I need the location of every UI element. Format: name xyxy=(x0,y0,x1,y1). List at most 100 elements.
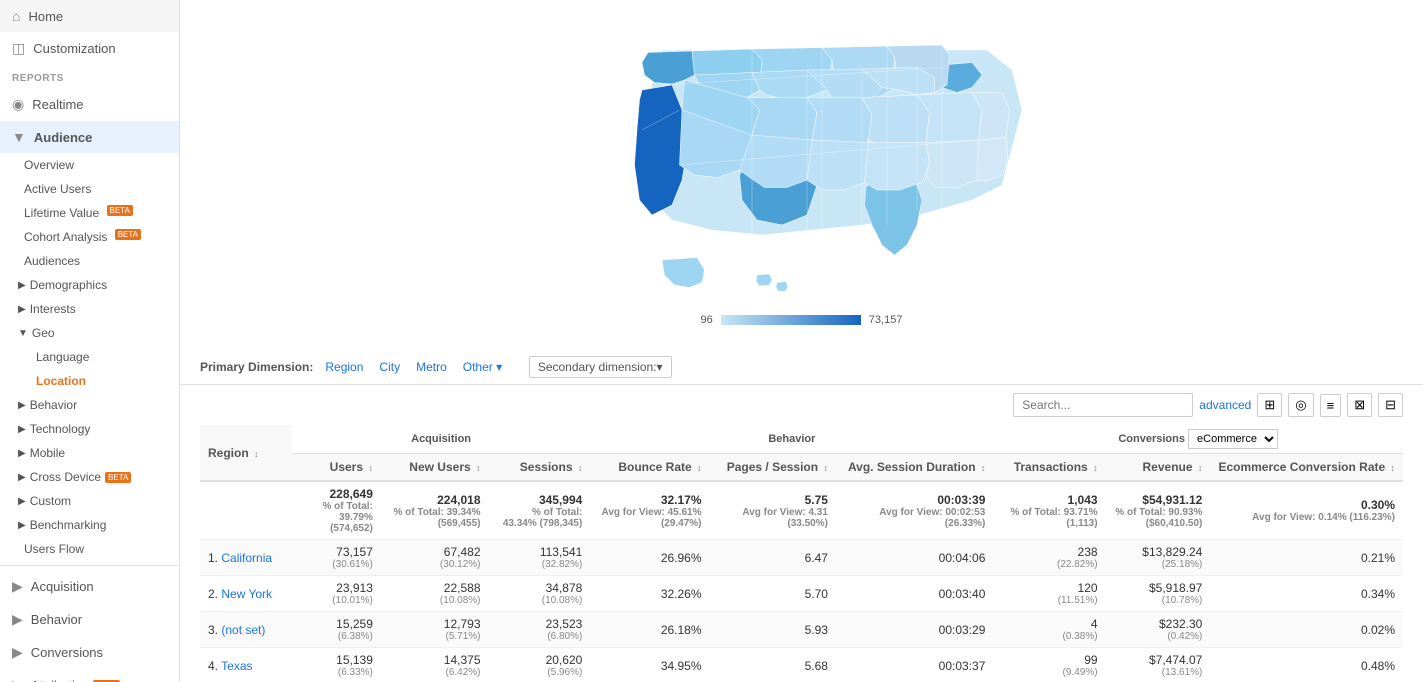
total-users: 228,649 % of Total: 39.79% (574,652) xyxy=(292,481,381,540)
sidebar-item-acquisition[interactable]: ▶ Acquisition xyxy=(0,570,179,603)
sidebar-item-cohort-analysis[interactable]: Cohort Analysis BETA xyxy=(0,225,179,249)
technology-arrow: ▶ xyxy=(18,424,26,435)
table-view-btn[interactable]: ⊞ xyxy=(1257,393,1282,417)
sidebar-item-conversions[interactable]: ▶ Conversions xyxy=(0,636,179,669)
row-pages-session-0: 6.47 xyxy=(710,540,836,576)
row-transactions-3: 99 (9.49%) xyxy=(993,648,1105,682)
row-transactions-1: 120 (11.51%) xyxy=(993,576,1105,612)
row-new-users-1: 22,588 (10.08%) xyxy=(381,576,489,612)
attribution-icon: ▶ xyxy=(12,677,23,682)
row-avg-duration-1: 00:03:40 xyxy=(836,576,993,612)
col-avg-duration[interactable]: Avg. Session Duration ↕ xyxy=(836,454,993,482)
col-pages-session[interactable]: Pages / Session ↕ xyxy=(710,454,836,482)
col-region[interactable]: Region ↕ xyxy=(200,425,292,481)
row-sessions-1: 34,878 (10.08%) xyxy=(489,576,591,612)
total-revenue: $54,931.12 % of Total: 90.93% ($60,410.5… xyxy=(1106,481,1211,540)
search-input[interactable] xyxy=(1013,393,1193,417)
region-link-2[interactable]: (not set) xyxy=(221,623,265,637)
compare-view-btn[interactable]: ⊟ xyxy=(1378,393,1403,417)
row-pages-session-3: 5.68 xyxy=(710,648,836,682)
row-region-2: 3. (not set) xyxy=(200,612,292,648)
usa-map[interactable] xyxy=(452,10,1152,310)
scale-min: 96 xyxy=(701,314,713,326)
row-pages-session-2: 5.93 xyxy=(710,612,836,648)
row-sessions-3: 20,620 (5.96%) xyxy=(489,648,591,682)
advanced-link[interactable]: advanced xyxy=(1199,398,1251,412)
map-container: 96 73,157 xyxy=(200,10,1403,340)
pivot-view-btn[interactable]: ⊠ xyxy=(1347,393,1372,417)
geo-arrow: ▼ xyxy=(18,328,28,339)
row-transactions-0: 238 (22.82%) xyxy=(993,540,1105,576)
row-new-users-0: 67,482 (30.12%) xyxy=(381,540,489,576)
region-link-0[interactable]: California xyxy=(221,551,272,565)
dim-other-btn[interactable]: Other ▾ xyxy=(459,360,506,374)
row-avg-duration-3: 00:03:37 xyxy=(836,648,993,682)
row-bounce-rate-1: 32.26% xyxy=(590,576,709,612)
scale-bar xyxy=(721,315,861,325)
sidebar-item-home[interactable]: ⌂ Home xyxy=(0,0,179,32)
row-revenue-0: $13,829.24 (25.18%) xyxy=(1106,540,1211,576)
row-sessions-2: 23,523 (6.80%) xyxy=(489,612,591,648)
sidebar-item-geo[interactable]: ▼ Geo xyxy=(0,321,179,345)
sidebar-item-active-users[interactable]: Active Users xyxy=(0,177,179,201)
col-new-users[interactable]: New Users ↕ xyxy=(381,454,489,482)
bar-view-btn[interactable]: ≡ xyxy=(1320,394,1342,417)
row-users-2: 15,259 (6.38%) xyxy=(292,612,381,648)
sidebar-item-location[interactable]: Location xyxy=(0,369,179,393)
conversions-header: Conversions eCommerce xyxy=(993,425,1403,454)
sidebar-item-realtime[interactable]: ◉ Realtime xyxy=(0,88,179,121)
sidebar-item-technology[interactable]: ▶ Technology xyxy=(0,417,179,441)
reports-section-label: REPORTS xyxy=(0,65,179,88)
row-rank-0: 1. xyxy=(208,551,218,565)
pie-view-btn[interactable]: ◎ xyxy=(1288,393,1313,417)
sidebar-item-attribution[interactable]: ▶ Attribution BETA xyxy=(0,669,179,682)
sidebar-item-cross-device[interactable]: ▶ Cross Device BETA xyxy=(0,465,179,489)
col-conversion-rate[interactable]: Ecommerce Conversion Rate ↕ xyxy=(1210,454,1403,482)
table-row: 2. New York 23,913 (10.01%) 22,588 (10.0… xyxy=(200,576,1403,612)
row-new-users-2: 12,793 (5.71%) xyxy=(381,612,489,648)
sidebar-item-audiences[interactable]: Audiences xyxy=(0,249,179,273)
sidebar-item-users-flow[interactable]: Users Flow xyxy=(0,537,179,561)
sidebar-item-lifetime-value[interactable]: Lifetime Value BETA xyxy=(0,201,179,225)
total-transactions: 1,043 % of Total: 93.71% (1,113) xyxy=(993,481,1105,540)
sidebar-item-language[interactable]: Language xyxy=(0,345,179,369)
col-transactions[interactable]: Transactions ↕ xyxy=(993,454,1105,482)
row-region-1: 2. New York xyxy=(200,576,292,612)
col-bounce-rate[interactable]: Bounce Rate ↕ xyxy=(590,454,709,482)
col-sessions[interactable]: Sessions ↕ xyxy=(489,454,591,482)
row-bounce-rate-2: 26.18% xyxy=(590,612,709,648)
sidebar-item-demographics[interactable]: ▶ Demographics xyxy=(0,273,179,297)
primary-dim-label: Primary Dimension: xyxy=(200,360,313,374)
row-pages-session-1: 5.70 xyxy=(710,576,836,612)
total-avg-duration: 00:03:39 Avg for View: 00:02:53 (26.33%) xyxy=(836,481,993,540)
sidebar-item-custom[interactable]: ▶ Custom xyxy=(0,489,179,513)
conversions-type-select[interactable]: eCommerce xyxy=(1188,429,1278,449)
sidebar-item-behavior[interactable]: ▶ Behavior xyxy=(0,393,179,417)
dim-metro-btn[interactable]: Metro xyxy=(412,360,451,374)
cross-device-beta-badge: BETA xyxy=(105,472,131,483)
sidebar-item-mobile[interactable]: ▶ Mobile xyxy=(0,441,179,465)
region-link-3[interactable]: Texas xyxy=(221,659,252,673)
row-avg-duration-0: 00:04:06 xyxy=(836,540,993,576)
sidebar-item-customization[interactable]: ◫ Customization xyxy=(0,32,179,65)
sidebar-item-audience[interactable]: ▼ Audience xyxy=(0,121,179,153)
total-bounce-rate: 32.17% Avg for View: 45.61% (29.47%) xyxy=(590,481,709,540)
row-revenue-1: $5,918.97 (10.78%) xyxy=(1106,576,1211,612)
main-content: 96 73,157 Primary Dimension: Region City… xyxy=(180,0,1423,682)
sidebar-item-benchmarking[interactable]: ▶ Benchmarking xyxy=(0,513,179,537)
row-revenue-2: $232.30 (0.42%) xyxy=(1106,612,1211,648)
dim-city-btn[interactable]: City xyxy=(375,360,404,374)
row-users-3: 15,139 (6.33%) xyxy=(292,648,381,682)
sidebar-item-interests[interactable]: ▶ Interests xyxy=(0,297,179,321)
sidebar-item-overview[interactable]: Overview xyxy=(0,153,179,177)
region-link-1[interactable]: New York xyxy=(221,587,272,601)
row-new-users-3: 14,375 (6.42%) xyxy=(381,648,489,682)
col-revenue[interactable]: Revenue ↕ xyxy=(1106,454,1211,482)
realtime-icon: ◉ xyxy=(12,96,24,113)
col-users[interactable]: Users ↕ xyxy=(292,454,381,482)
sidebar-item-behavior[interactable]: ▶ Behavior xyxy=(0,603,179,636)
sidebar: ⌂ Home ◫ Customization REPORTS ◉ Realtim… xyxy=(0,0,180,682)
secondary-dim-btn[interactable]: Secondary dimension: ▾ xyxy=(529,356,672,378)
row-bounce-rate-3: 34.95% xyxy=(590,648,709,682)
dim-region-btn[interactable]: Region xyxy=(321,360,367,374)
